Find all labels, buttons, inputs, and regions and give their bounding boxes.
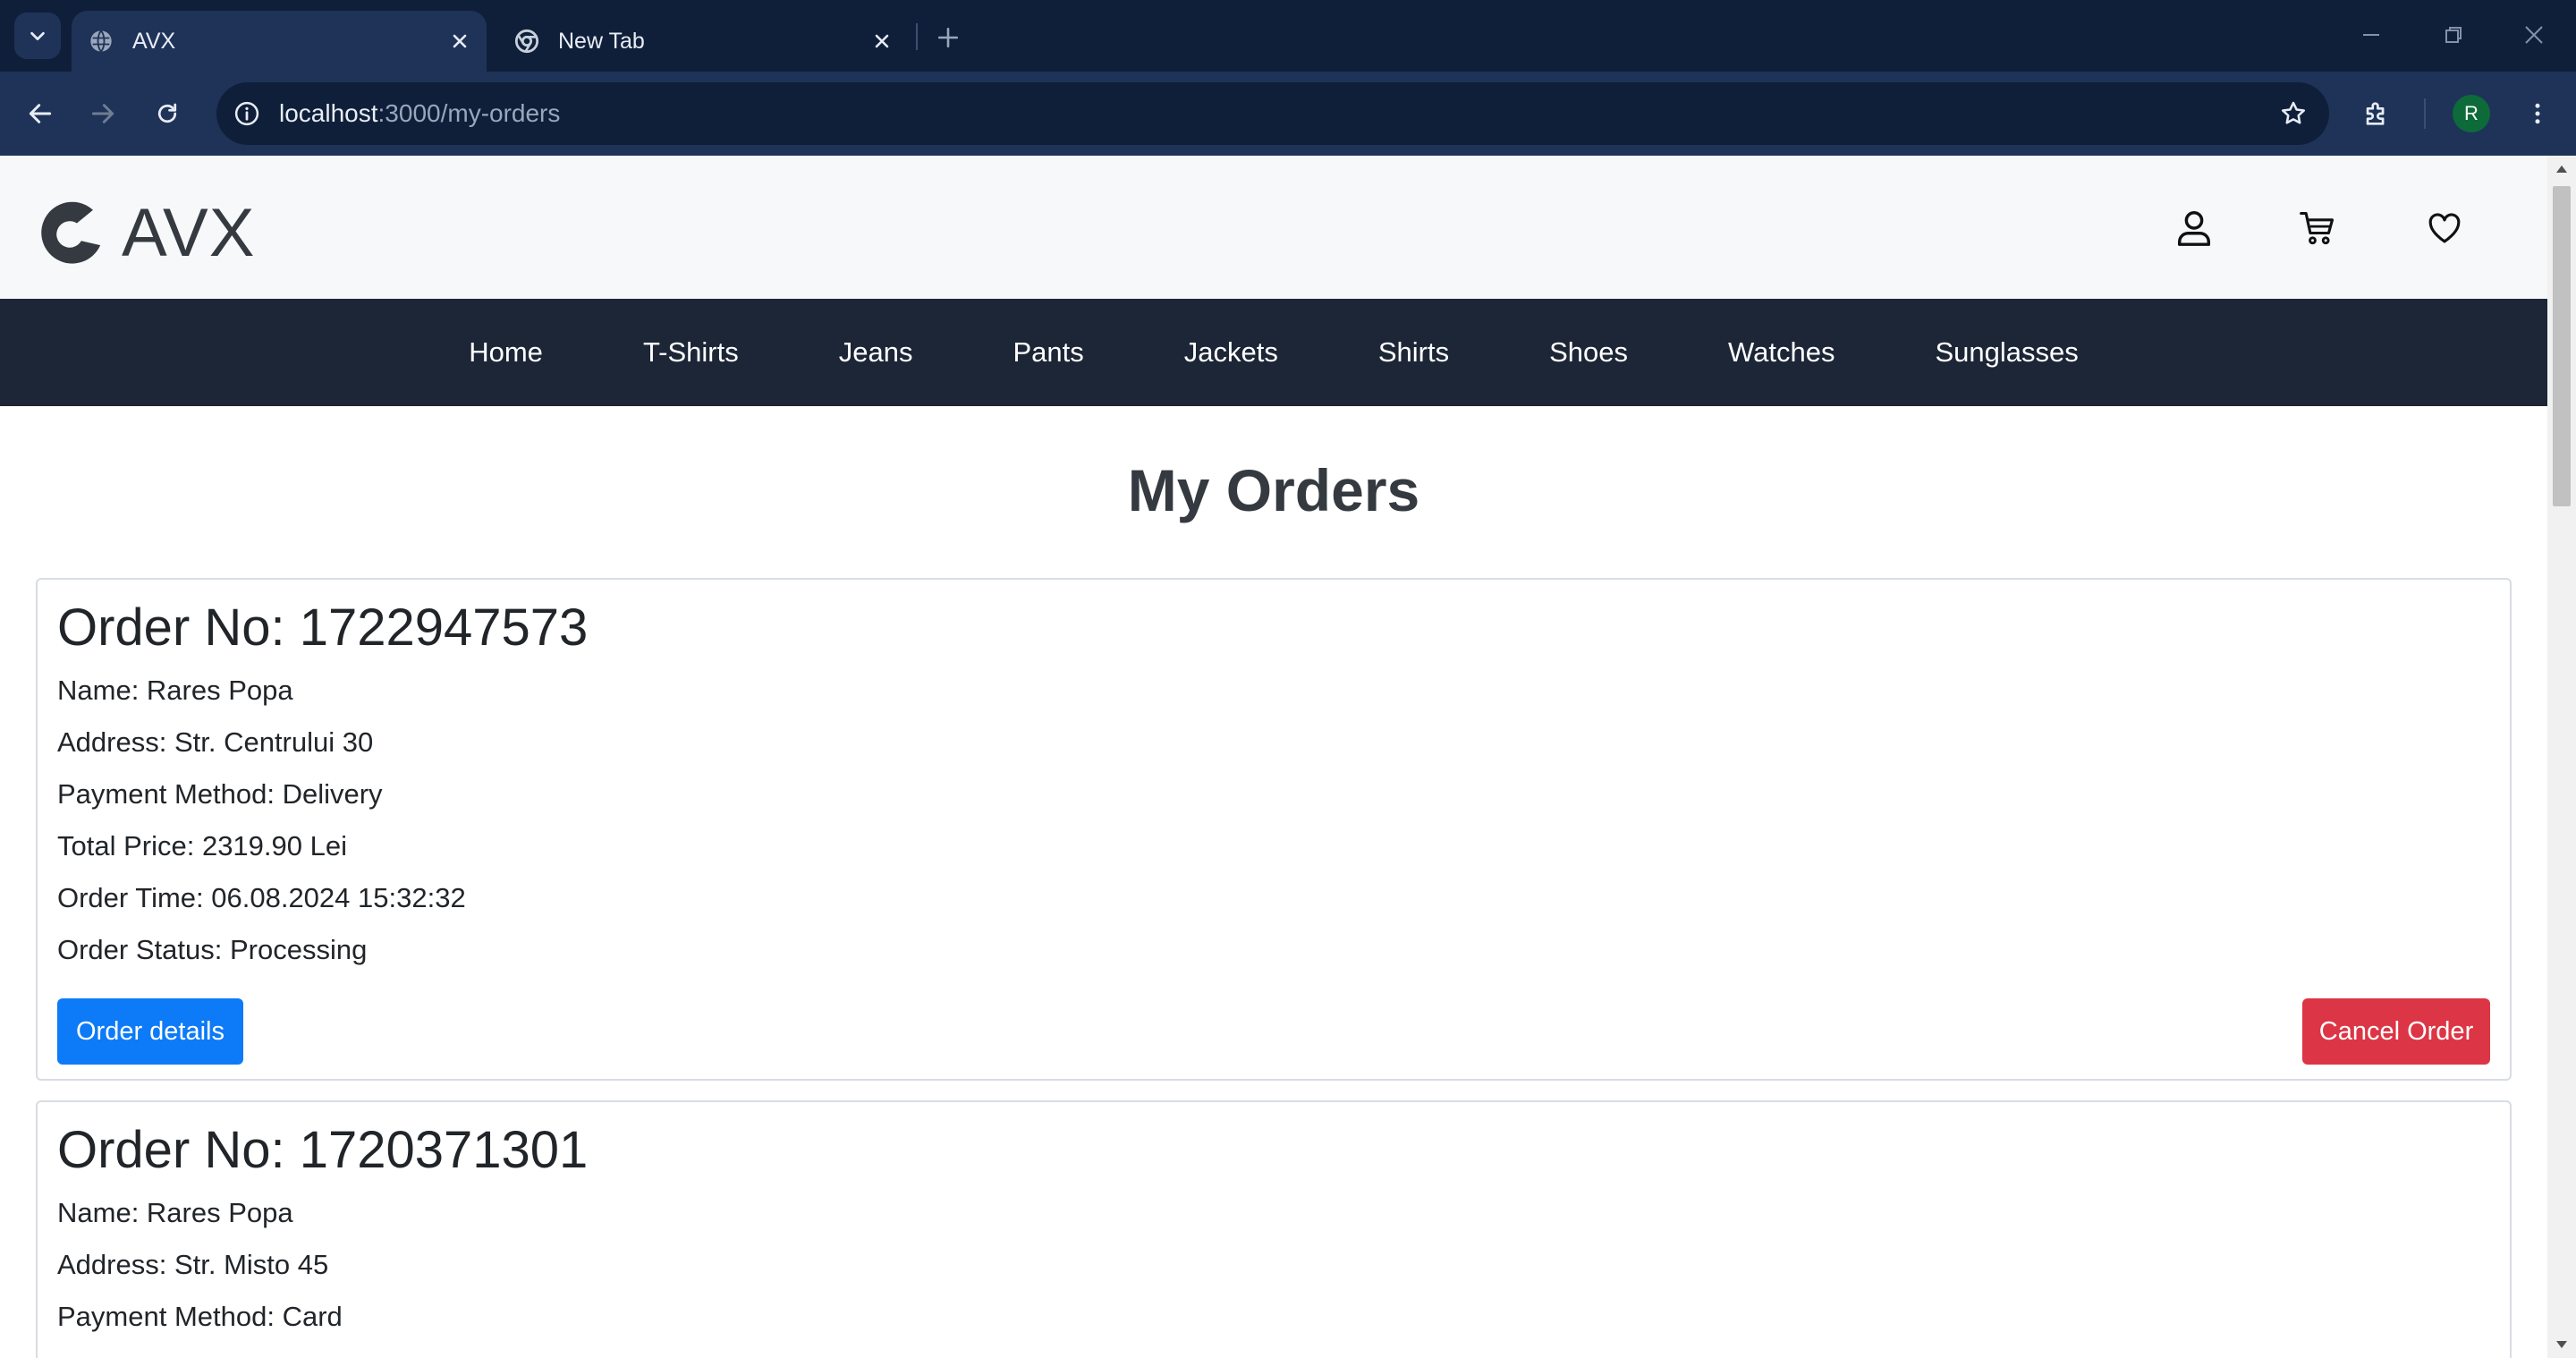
page-scrollbar[interactable] — [2547, 156, 2576, 1358]
reload-button[interactable] — [145, 91, 190, 136]
minimize-button[interactable] — [2349, 14, 2394, 55]
url-path: :3000/my-orders — [377, 99, 561, 127]
close-window-button[interactable] — [2512, 14, 2556, 55]
arrow-left-icon — [29, 104, 52, 123]
url-host: localhost — [279, 99, 378, 127]
chevron-down-icon — [30, 31, 45, 41]
close-tab-icon[interactable] — [868, 27, 896, 55]
order-address: Address: Str. Misto 45 — [57, 1249, 329, 1280]
order-total-price: Total Price: 2319.90 Lei — [57, 830, 347, 861]
tab-divider — [916, 23, 918, 50]
nav-link-shoes[interactable]: Shoes — [1549, 336, 1628, 369]
scroll-down-arrow-icon[interactable] — [2547, 1331, 2576, 1358]
cancel-order-button[interactable]: Cancel Order — [2302, 998, 2490, 1065]
scrollbar-thumb[interactable] — [2553, 186, 2571, 506]
order-card: Order No: 1722947573 Name: Rares Popa Ad… — [36, 578, 2512, 1081]
nav-link-jeans[interactable]: Jeans — [839, 336, 913, 369]
puzzle-icon — [2366, 102, 2385, 125]
tab-search-button[interactable] — [14, 13, 61, 59]
scroll-up-arrow-icon[interactable] — [2547, 156, 2576, 182]
nav-link-home[interactable]: Home — [469, 336, 543, 369]
page-title: My Orders — [1127, 457, 1420, 523]
heart-icon — [2428, 213, 2461, 243]
order-number: Order No: 1722947573 — [57, 598, 589, 657]
order-number: Order No: 1720371301 — [57, 1121, 589, 1179]
nav-link-watches[interactable]: Watches — [1728, 336, 1835, 369]
browser-menu-button[interactable] — [2515, 91, 2560, 136]
globe-icon — [88, 28, 114, 55]
close-tab-icon[interactable] — [445, 27, 474, 55]
arrow-right-icon — [91, 104, 114, 123]
nav-link-shirts[interactable]: Shirts — [1378, 336, 1449, 369]
url-text: localhost:3000/my-orders — [279, 99, 560, 128]
tab-new-tab[interactable]: New Tab — [497, 11, 909, 72]
site-info-icon[interactable] — [229, 96, 265, 132]
cart-button[interactable] — [2295, 206, 2340, 250]
address-bar[interactable]: localhost:3000/my-orders — [216, 82, 2329, 145]
new-tab-button[interactable] — [930, 20, 966, 55]
nav-link-sunglasses[interactable]: Sunglasses — [1935, 336, 2078, 369]
page-viewport: AVX Home T-Shirts Jeans Pants Jackets Sh… — [0, 156, 2547, 1358]
order-payment-method: Payment Method: Delivery — [57, 778, 383, 810]
user-icon — [2177, 211, 2211, 246]
tab-title: New Tab — [558, 28, 645, 54]
restore-button[interactable] — [2431, 14, 2476, 55]
order-customer-name: Name: Rares Popa — [57, 1197, 293, 1228]
close-icon — [2525, 26, 2543, 44]
order-payment-method: Payment Method: Card — [57, 1301, 343, 1332]
nav-link-t-shirts[interactable]: T-Shirts — [643, 336, 739, 369]
forward-button[interactable] — [80, 91, 125, 136]
nav-link-jackets[interactable]: Jackets — [1184, 336, 1278, 369]
bookmark-star-icon[interactable] — [2275, 96, 2311, 132]
site-logo[interactable]: AVX — [36, 197, 255, 270]
order-customer-name: Name: Rares Popa — [57, 675, 293, 706]
logo-text: AVX — [122, 195, 256, 271]
order-card: Order No: 1720371301 Name: Rares Popa Ad… — [36, 1100, 2512, 1358]
chrome-icon — [513, 28, 540, 55]
minimize-icon — [2363, 34, 2379, 36]
profile-avatar[interactable]: R — [2453, 95, 2490, 132]
plus-icon — [937, 27, 959, 48]
browser-tab-strip: AVX New Tab — [0, 0, 2576, 72]
tab-avx[interactable]: AVX — [72, 11, 487, 72]
wishlist-button[interactable] — [2422, 206, 2467, 250]
toolbar-divider — [2424, 98, 2426, 129]
order-address: Address: Str. Centrului 30 — [57, 726, 374, 758]
reload-icon — [157, 103, 177, 123]
extensions-button[interactable] — [2354, 91, 2399, 136]
restore-icon — [2445, 27, 2462, 43]
cart-icon — [2300, 211, 2334, 245]
site-header: AVX — [0, 156, 2547, 299]
more-vertical-icon — [2535, 103, 2540, 124]
order-time: Order Time: 06.08.2024 15:32:32 — [57, 882, 466, 913]
back-button[interactable] — [18, 91, 63, 136]
tab-title: AVX — [132, 28, 176, 54]
order-status: Order Status: Processing — [57, 934, 368, 965]
category-nav: Home T-Shirts Jeans Pants Jackets Shirts… — [0, 299, 2547, 406]
account-button[interactable] — [2172, 206, 2216, 250]
nav-link-pants[interactable]: Pants — [1013, 336, 1083, 369]
browser-toolbar: localhost:3000/my-orders R — [0, 72, 2576, 156]
order-details-button[interactable]: Order details — [57, 998, 243, 1065]
avx-logo-icon — [41, 201, 101, 264]
